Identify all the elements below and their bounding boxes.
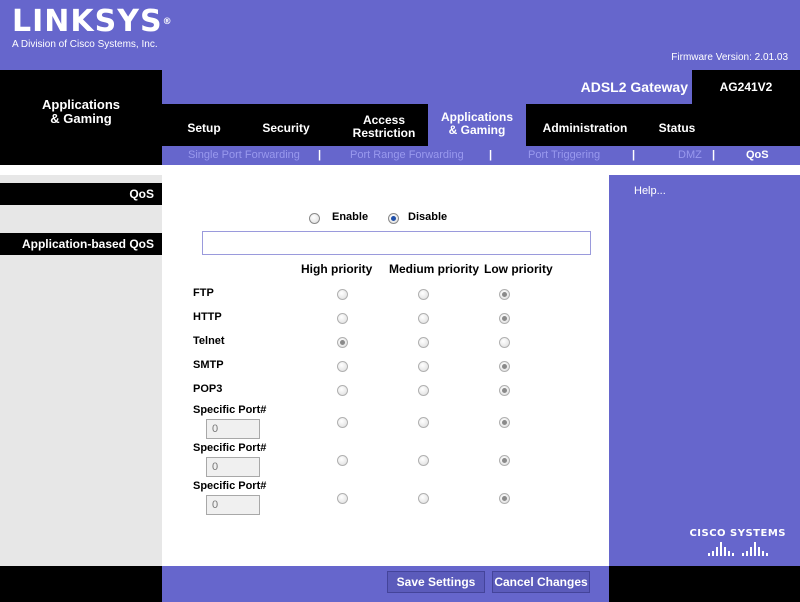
subtab-dmz[interactable]: DMZ (678, 146, 702, 165)
left-section-application-qos: Application-based QoS (0, 233, 168, 255)
ftp-high-radio[interactable] (337, 289, 348, 300)
port1-low-radio[interactable] (499, 417, 510, 428)
cisco-systems-logo: CISCO SYSTEMS (689, 528, 786, 556)
gateway-model: AG241V2 (692, 70, 800, 104)
qos-info-box (202, 231, 591, 255)
tab-applications-gaming[interactable]: Applications & Gaming (428, 102, 526, 146)
left-section-qos: QoS (0, 183, 168, 205)
subtab-port-triggering[interactable]: Port Triggering (528, 146, 600, 165)
logo-subtitle: A Division of Cisco Systems, Inc. (12, 39, 158, 50)
footer-actions: Save Settings Cancel Changes (162, 566, 609, 602)
pop3-low-radio[interactable] (499, 385, 510, 396)
http-medium-radio[interactable] (418, 313, 429, 324)
sub-tab-bar: Single Port Forwarding | Port Range Forw… (162, 146, 800, 165)
main-content: Enable Disable High priority Medium prio… (162, 175, 609, 566)
row-label-pop3: POP3 (193, 383, 223, 395)
header-banner: LINKSYS® A Division of Cisco Systems, In… (0, 0, 800, 70)
qos-disable-label: Disable (408, 211, 448, 223)
firmware-version: Firmware Version: 2.01.03 (671, 52, 788, 63)
telnet-medium-radio[interactable] (418, 337, 429, 348)
save-settings-button[interactable]: Save Settings (387, 571, 485, 593)
pop3-medium-radio[interactable] (418, 385, 429, 396)
smtp-high-radio[interactable] (337, 361, 348, 372)
row-label-ftp: FTP (193, 287, 214, 299)
port1-medium-radio[interactable] (418, 417, 429, 428)
http-high-radio[interactable] (337, 313, 348, 324)
subtab-port-range-forwarding[interactable]: Port Range Forwarding (350, 146, 464, 165)
smtp-low-radio[interactable] (499, 361, 510, 372)
gateway-name: ADSL2 Gateway (580, 79, 688, 95)
linksys-logo: LINKSYS® A Division of Cisco Systems, In… (12, 4, 173, 51)
subtab-separator: | (318, 149, 322, 161)
ftp-medium-radio[interactable] (418, 289, 429, 300)
http-low-radio[interactable] (499, 313, 510, 324)
section-title: Applications & Gaming (0, 70, 162, 165)
cisco-logo-text: CISCO SYSTEMS (689, 528, 786, 539)
logo-text: LINKSYS (12, 4, 163, 39)
cisco-bars-icon (689, 542, 786, 556)
qos-disable-radio[interactable] (388, 213, 399, 224)
low-priority-header: Low priority (484, 262, 553, 276)
help-link[interactable]: Help... (634, 185, 666, 197)
help-column: Help... CISCO SYSTEMS (609, 175, 800, 566)
cancel-changes-button[interactable]: Cancel Changes (492, 571, 590, 593)
subtab-single-port-forwarding[interactable]: Single Port Forwarding (188, 146, 300, 165)
row-label-specific-port-1: Specific Port# (193, 404, 267, 416)
port2-medium-radio[interactable] (418, 455, 429, 466)
row-label-http: HTTP (193, 311, 222, 323)
gateway-bar: ADSL2 Gateway AG241V2 (162, 70, 800, 104)
row-label-smtp: SMTP (193, 359, 224, 371)
subtab-qos[interactable]: QoS (746, 146, 769, 165)
tab-security[interactable]: Security (250, 110, 322, 146)
row-label-specific-port-2: Specific Port# (193, 442, 267, 454)
telnet-high-radio[interactable] (337, 337, 348, 348)
port2-high-radio[interactable] (337, 455, 348, 466)
specific-port-2-input[interactable]: 0 (206, 457, 260, 477)
port3-high-radio[interactable] (337, 493, 348, 504)
qos-enable-radio[interactable] (309, 213, 320, 224)
high-priority-header: High priority (301, 262, 373, 276)
main-tab-bar: Setup Security Access Restriction Applic… (162, 102, 800, 146)
footer-right (609, 566, 800, 602)
logo-registered: ® (162, 17, 173, 27)
ftp-low-radio[interactable] (499, 289, 510, 300)
tab-status[interactable]: Status (644, 110, 710, 146)
tab-setup[interactable]: Setup (174, 110, 234, 146)
medium-priority-header: Medium priority (389, 262, 480, 276)
qos-enable-label: Enable (332, 211, 369, 223)
port2-low-radio[interactable] (499, 455, 510, 466)
specific-port-1-input[interactable]: 0 (206, 419, 260, 439)
port3-low-radio[interactable] (499, 493, 510, 504)
subtab-separator: | (632, 149, 636, 161)
port1-high-radio[interactable] (337, 417, 348, 428)
tab-administration[interactable]: Administration (526, 110, 644, 146)
specific-port-3-input[interactable]: 0 (206, 495, 260, 515)
port3-medium-radio[interactable] (418, 493, 429, 504)
footer-left (0, 566, 162, 602)
subtab-separator: | (712, 149, 716, 161)
subtab-separator: | (489, 149, 493, 161)
tab-access-restriction[interactable]: Access Restriction (334, 108, 434, 146)
telnet-low-radio[interactable] (499, 337, 510, 348)
row-label-telnet: Telnet (193, 335, 225, 347)
pop3-high-radio[interactable] (337, 385, 348, 396)
smtp-medium-radio[interactable] (418, 361, 429, 372)
row-label-specific-port-3: Specific Port# (193, 480, 267, 492)
